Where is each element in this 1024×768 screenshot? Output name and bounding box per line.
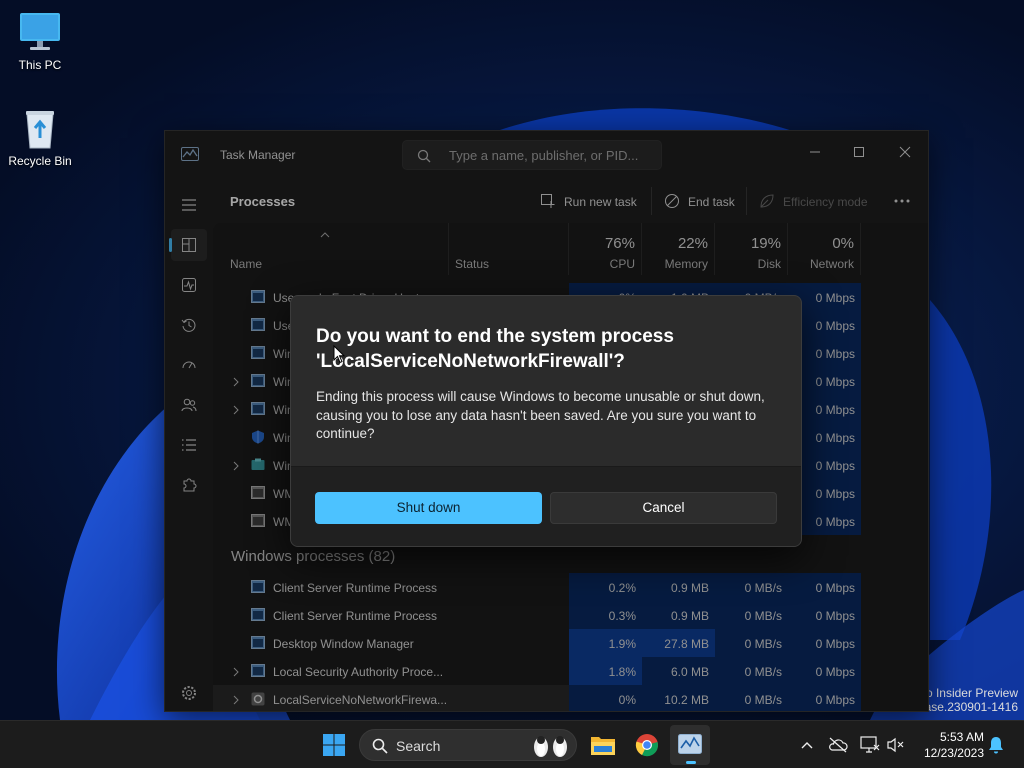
taskbar-search[interactable]: Search [359, 729, 577, 761]
confirm-end-process-dialog: Do you want to end the system process 'L… [290, 295, 802, 547]
mouse-cursor [333, 344, 346, 369]
taskbar: Search 5:53 AM 12/23/2023 [0, 720, 1024, 768]
search-highlight-penguins-icon [534, 736, 567, 757]
taskbar-search-label: Search [396, 738, 441, 754]
windows-logo-icon [323, 734, 345, 756]
network-icon[interactable] [860, 735, 880, 755]
watermark-line: o Insider Preview [925, 686, 1018, 700]
desktop-icon-recycle-bin[interactable]: Recycle Bin [0, 106, 80, 168]
monitor-icon [18, 10, 62, 54]
cancel-button[interactable]: Cancel [550, 492, 777, 524]
chrome-button[interactable] [627, 725, 667, 765]
desktop-icon-label: Recycle Bin [8, 154, 72, 168]
onedrive-offline-icon[interactable] [828, 735, 848, 755]
search-icon [372, 738, 388, 754]
chrome-icon [635, 734, 658, 757]
recycle-bin-icon [18, 106, 62, 150]
chevron-up-icon[interactable] [797, 735, 817, 755]
watermark-line: ease.230901-1416 [917, 700, 1018, 714]
clock-time: 5:53 AM [939, 730, 984, 744]
clock-date: 12/23/2023 [923, 746, 984, 760]
clock[interactable]: 5:53 AM 12/23/2023 [914, 729, 984, 761]
start-button[interactable] [314, 725, 354, 765]
dialog-message: Ending this process will cause Windows t… [316, 389, 765, 441]
volume-muted-icon[interactable] [886, 735, 906, 755]
desktop-icon-label: This PC [18, 58, 62, 72]
dialog-title: Do you want to end the system process 'L… [316, 324, 786, 374]
task-manager-icon [678, 734, 702, 754]
desktop-icon-this-pc[interactable]: This PC [0, 10, 80, 72]
dialog-title-line: Do you want to end the system process [316, 326, 674, 347]
file-explorer-button[interactable] [583, 725, 623, 765]
build-watermark: o Insider Preview ease.230901-1416 [918, 686, 1018, 714]
notification-bell-icon[interactable] [987, 735, 1007, 755]
folder-icon [591, 737, 615, 755]
dialog-footer: Shut down Cancel [291, 466, 801, 546]
dialog-title-line: 'LocalServiceNoNetworkFirewall'? [316, 351, 625, 372]
task-manager-taskbar-button[interactable] [670, 725, 710, 765]
shut-down-button[interactable]: Shut down [315, 492, 542, 524]
